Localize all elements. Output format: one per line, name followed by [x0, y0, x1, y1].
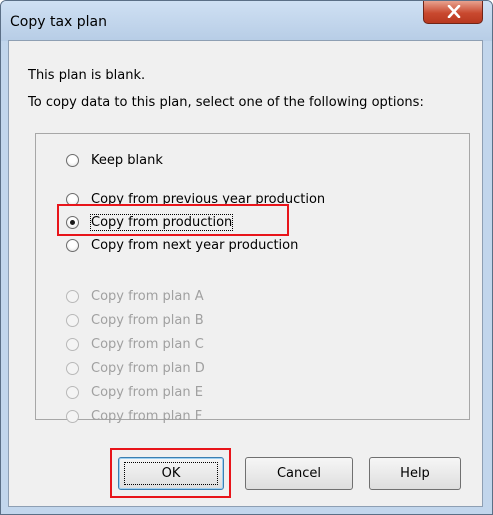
- option-label: Copy from plan E: [91, 384, 203, 400]
- option-copy-from-plan-c: Copy from plan C: [66, 335, 204, 353]
- cancel-button[interactable]: Cancel: [245, 457, 353, 490]
- option-copy-from-next-year-production[interactable]: Copy from next year production: [66, 236, 298, 254]
- ok-button[interactable]: OK: [118, 457, 224, 490]
- radio-button[interactable]: [66, 192, 79, 206]
- radio-button[interactable]: [66, 238, 79, 252]
- radio-button-disabled: [66, 409, 79, 423]
- radio-button-disabled: [66, 289, 79, 303]
- option-label: Copy from plan B: [91, 312, 204, 328]
- title-bar[interactable]: Copy tax plan: [1, 1, 492, 41]
- option-copy-from-plan-a: Copy from plan A: [66, 287, 204, 305]
- help-button[interactable]: Help: [369, 457, 461, 490]
- option-copy-from-production[interactable]: Copy from production: [66, 213, 234, 231]
- option-copy-from-plan-b: Copy from plan B: [66, 311, 204, 329]
- option-copy-from-plan-d: Copy from plan D: [66, 359, 205, 377]
- option-copy-from-plan-f: Copy from plan F: [66, 407, 202, 425]
- option-label: Copy from previous year production: [91, 191, 326, 207]
- option-label: Copy from plan F: [91, 408, 203, 424]
- close-icon: [447, 5, 461, 18]
- radio-button[interactable]: [66, 153, 79, 167]
- radio-button-disabled: [66, 337, 79, 351]
- blank-plan-message: This plan is blank.: [28, 68, 146, 83]
- option-keep-blank[interactable]: Keep blank: [66, 151, 163, 169]
- dialog-title: Copy tax plan: [10, 14, 107, 30]
- option-label: Copy from plan C: [91, 336, 204, 352]
- option-label: Copy from production: [89, 213, 234, 231]
- radio-button-selected[interactable]: [66, 215, 79, 229]
- close-button[interactable]: [423, 1, 483, 24]
- radio-button-disabled: [66, 313, 79, 327]
- cancel-button-label: Cancel: [276, 466, 322, 481]
- option-copy-from-previous-year-production[interactable]: Copy from previous year production: [66, 190, 325, 208]
- option-copy-from-plan-e: Copy from plan E: [66, 383, 203, 401]
- option-label: Copy from plan A: [91, 288, 204, 304]
- help-button-label: Help: [400, 466, 430, 481]
- instruction-message: To copy data to this plan, select one of…: [28, 95, 424, 110]
- option-label: Copy from next year production: [91, 237, 299, 253]
- radio-button-disabled: [66, 361, 79, 375]
- option-label: Copy from plan D: [91, 360, 205, 376]
- option-label: Keep blank: [91, 152, 163, 168]
- ok-button-label: OK: [161, 466, 181, 481]
- radio-button-disabled: [66, 385, 79, 399]
